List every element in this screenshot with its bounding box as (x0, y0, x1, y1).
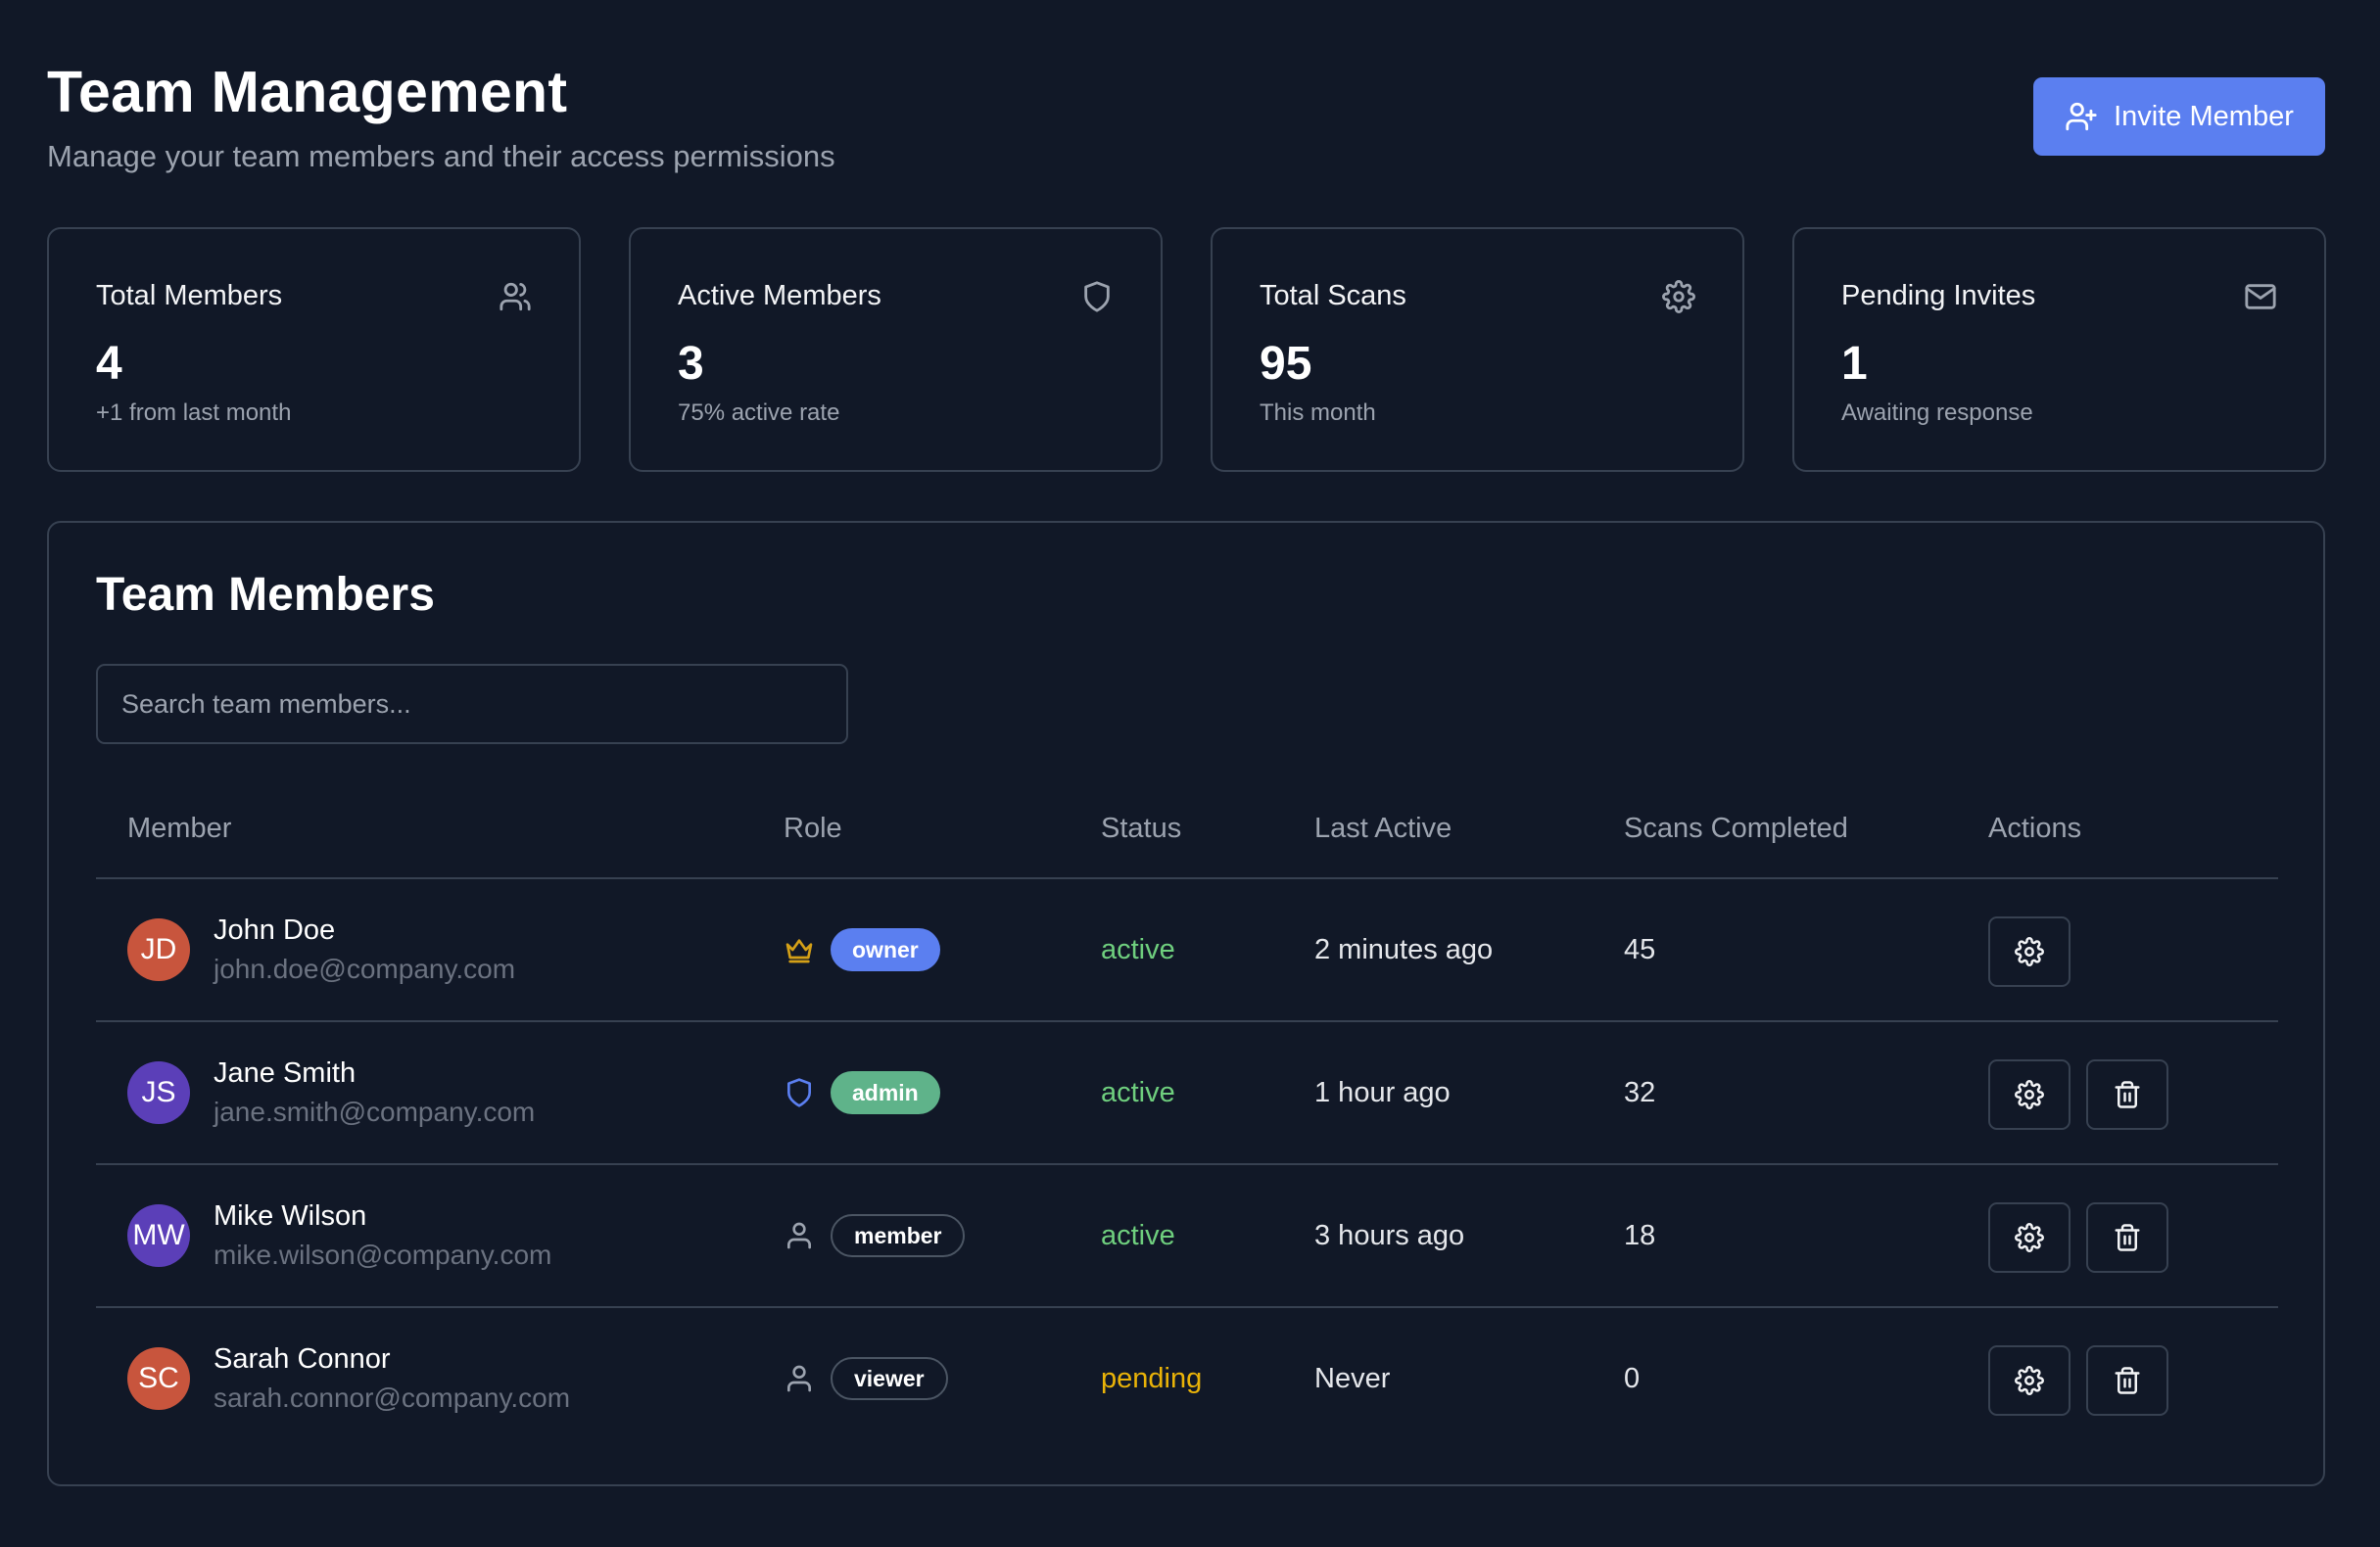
table-row: JD John Doe john.doe@company.com owner a… (96, 879, 2278, 1022)
member-name: John Doe (214, 914, 336, 946)
stat-card-pending-invites: Pending Invites 1 Awaiting response (1792, 227, 2326, 472)
trash-icon (2115, 1224, 2140, 1251)
trash-icon (2115, 1367, 2140, 1394)
column-header-status: Status (1101, 813, 1182, 844)
role-badge: member (831, 1214, 966, 1257)
stat-subtext: 75% active rate (678, 399, 840, 426)
team-members-panel: Team Members Member Role Status Last Act… (47, 521, 2325, 1486)
column-header-scans: Scans Completed (1624, 813, 1848, 844)
status-text: active (1101, 934, 1175, 965)
stat-title: Active Members (678, 280, 881, 311)
shield-icon (787, 1078, 811, 1107)
avatar: MW (127, 1204, 190, 1267)
settings-button[interactable] (1988, 1202, 2071, 1273)
page-title: Team Management (47, 60, 568, 124)
column-header-member: Member (127, 813, 232, 844)
gear-icon (2015, 1366, 2044, 1395)
stat-subtext: +1 from last month (96, 399, 292, 426)
settings-button[interactable] (1988, 1345, 2071, 1416)
last-active: 3 hours ago (1314, 1220, 1465, 1251)
team-members-title: Team Members (96, 569, 435, 621)
stat-value: 3 (678, 338, 704, 390)
page-header: Team Management Manage your team members… (47, 57, 835, 176)
last-active: Never (1314, 1363, 1391, 1394)
table-row: MW Mike Wilson mike.wilson@company.com m… (96, 1165, 2278, 1308)
role-badge: admin (831, 1071, 940, 1114)
stat-value: 1 (1841, 338, 1868, 390)
invite-member-button[interactable]: Invite Member (2033, 77, 2325, 156)
stat-value: 4 (96, 338, 122, 390)
crown-icon (785, 939, 813, 963)
user-icon (787, 1365, 811, 1392)
column-header-last-active: Last Active (1314, 813, 1452, 844)
scans-completed: 45 (1624, 934, 1656, 965)
member-email: john.doe@company.com (214, 954, 516, 984)
search-input[interactable] (96, 664, 848, 744)
last-active: 1 hour ago (1314, 1077, 1451, 1108)
column-header-role: Role (784, 813, 842, 844)
stat-card-active-members: Active Members 3 75% active rate (629, 227, 1163, 472)
gear-icon (2015, 937, 2044, 966)
role-badge: owner (831, 928, 940, 971)
stat-title: Pending Invites (1841, 280, 2036, 311)
avatar: JD (127, 918, 190, 981)
gear-icon (1662, 280, 1695, 313)
avatar: SC (127, 1347, 190, 1410)
member-email: mike.wilson@company.com (214, 1240, 552, 1270)
members-table: Member Role Status Last Active Scans Com… (96, 777, 2278, 1451)
member-email: sarah.connor@company.com (214, 1383, 571, 1413)
avatar: JS (127, 1061, 190, 1124)
stat-card-total-scans: Total Scans 95 This month (1211, 227, 1744, 472)
last-active: 2 minutes ago (1314, 934, 1494, 965)
shield-icon (1084, 281, 1110, 312)
stat-subtext: Awaiting response (1841, 399, 2033, 426)
trash-icon (2115, 1081, 2140, 1108)
scans-completed: 0 (1624, 1363, 1641, 1394)
member-name: Sarah Connor (214, 1343, 391, 1375)
delete-button[interactable] (2086, 1059, 2168, 1130)
status-text: active (1101, 1220, 1175, 1251)
stat-value: 95 (1260, 338, 1312, 390)
delete-button[interactable] (2086, 1345, 2168, 1416)
user-icon (787, 1222, 811, 1249)
page: Team Management Manage your team members… (0, 0, 2380, 1547)
gear-icon (2015, 1223, 2044, 1252)
invite-member-label: Invite Member (2114, 100, 2294, 132)
delete-button[interactable] (2086, 1202, 2168, 1273)
status-text: active (1101, 1077, 1175, 1108)
stat-title: Total Scans (1260, 280, 1406, 311)
member-name: Mike Wilson (214, 1200, 367, 1232)
users-icon (500, 282, 531, 311)
stat-card-total-members: Total Members 4 +1 from last month (47, 227, 581, 472)
settings-button[interactable] (1988, 1059, 2071, 1130)
member-name: Jane Smith (214, 1057, 357, 1089)
table-row: JS Jane Smith jane.smith@company.com adm… (96, 1022, 2278, 1165)
gear-icon (2015, 1080, 2044, 1109)
scans-completed: 18 (1624, 1220, 1656, 1251)
table-header: Member Role Status Last Active Scans Com… (96, 777, 2278, 879)
page-subtitle: Manage your team members and their acces… (47, 139, 835, 173)
column-header-actions: Actions (1988, 813, 2082, 844)
user-plus-icon (2066, 102, 2097, 131)
role-badge: viewer (831, 1357, 948, 1400)
stat-subtext: This month (1260, 399, 1376, 426)
stat-title: Total Members (96, 280, 283, 311)
scans-completed: 32 (1624, 1077, 1656, 1108)
settings-button[interactable] (1988, 916, 2071, 987)
member-email: jane.smith@company.com (214, 1097, 536, 1127)
status-text: pending (1101, 1363, 1203, 1394)
mail-icon (2245, 284, 2276, 309)
table-row: SC Sarah Connor sarah.connor@company.com… (96, 1308, 2278, 1451)
